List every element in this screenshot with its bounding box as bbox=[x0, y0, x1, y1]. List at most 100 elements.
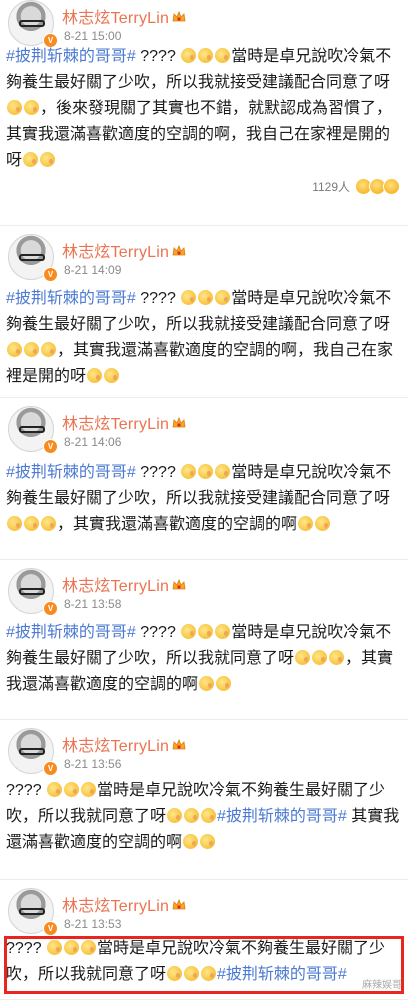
blush-emoji-icon bbox=[184, 966, 200, 981]
crown-icon bbox=[172, 244, 186, 256]
blush-emoji-icon bbox=[215, 290, 231, 305]
username-text[interactable]: 林志炫TerryLin bbox=[62, 244, 169, 261]
timestamp: 8-21 15:00 bbox=[64, 29, 122, 43]
post-card[interactable]: V 林志炫TerryLin 8-21 14:09 #披荆斩棘的哥哥# ???? 當時是… bbox=[0, 226, 408, 398]
post-header: V 林志炫TerryLin 8-21 13:53 bbox=[4, 888, 404, 936]
avatar-glasses bbox=[19, 588, 45, 595]
hashtag-link[interactable]: #披荆斩棘的哥哥# bbox=[6, 624, 136, 641]
blush-emoji-icon bbox=[7, 100, 22, 115]
post-text: #披荆斩棘的哥哥# ???? 當時是卓兄說吹冷氣不夠養生最好關了少吹，所以我就同… bbox=[6, 620, 404, 698]
post-header: V 林志炫TerryLin 8-21 13:58 bbox=[4, 568, 404, 616]
hashtag-link[interactable]: #披荆斩棘的哥哥# bbox=[6, 464, 136, 481]
avatar-glasses bbox=[19, 20, 45, 27]
timestamp: 8-21 13:56 bbox=[64, 757, 122, 771]
blush-emoji-icon bbox=[87, 368, 103, 383]
blush-emoji-icon bbox=[198, 290, 214, 305]
text-segment: ，後來發現關了其實也不錯，就默認成為習慣了，其實我還滿喜歡適度的空調的啊，我自己… bbox=[6, 100, 393, 169]
post-card[interactable]: V 林志炫TerryLin 8-21 14:06 #披荆斩棘的哥哥# ???? 當時是… bbox=[0, 398, 408, 560]
timestamp: 8-21 14:09 bbox=[64, 263, 122, 277]
avatar-glasses bbox=[19, 254, 45, 261]
avatar[interactable]: V bbox=[8, 568, 58, 616]
crown-icon bbox=[172, 578, 186, 590]
blush-emoji-icon bbox=[81, 940, 97, 955]
blush-emoji-icon bbox=[215, 464, 231, 479]
text-segment: ???? bbox=[6, 940, 47, 957]
blush-emoji-icon bbox=[64, 782, 80, 797]
text-segment: ，其實我還滿喜歡適度的空調的啊 bbox=[57, 516, 298, 533]
hashtag-link[interactable]: #披荆斩棘的哥哥# bbox=[6, 48, 136, 65]
blush-emoji-icon bbox=[183, 834, 199, 849]
blush-emoji-icon bbox=[64, 940, 80, 955]
avatar[interactable]: V bbox=[8, 888, 58, 936]
blush-emoji-icon bbox=[181, 48, 197, 63]
verified-badge-icon: V bbox=[43, 439, 58, 454]
blush-emoji-icon bbox=[312, 650, 328, 665]
username[interactable]: 林志炫TerryLin bbox=[62, 238, 186, 262]
blush-emoji-icon bbox=[329, 650, 345, 665]
post-text: ???? 當時是卓兄說吹冷氣不夠養生最好關了少吹，所以我就同意了呀 #披荆斩棘的哥… bbox=[6, 936, 404, 988]
verified-badge-icon: V bbox=[43, 601, 58, 616]
reaction-icons bbox=[354, 178, 400, 195]
blush-emoji-icon bbox=[216, 676, 232, 691]
hashtag-link[interactable]: #披荆斩棘的哥哥# bbox=[217, 808, 347, 825]
verified-badge-icon: V bbox=[43, 267, 58, 282]
blush-emoji-icon bbox=[201, 966, 217, 981]
username-text[interactable]: 林志炫TerryLin bbox=[62, 578, 169, 595]
post-card[interactable]: V 林志炫TerryLin 8-21 13:56 ???? 當時是卓兄說吹冷氣不夠養生… bbox=[0, 720, 408, 880]
avatar[interactable]: V bbox=[8, 406, 58, 454]
text-segment: ???? bbox=[135, 290, 181, 307]
username-text[interactable]: 林志炫TerryLin bbox=[62, 10, 169, 27]
post-header: V 林志炫TerryLin 8-21 15:00 bbox=[4, 0, 404, 48]
blush-emoji-icon bbox=[199, 676, 215, 691]
blush-emoji-icon bbox=[181, 290, 197, 305]
blush-emoji-icon bbox=[181, 464, 197, 479]
username[interactable]: 林志炫TerryLin bbox=[62, 732, 186, 756]
username[interactable]: 林志炫TerryLin bbox=[62, 572, 186, 596]
reaction-emoji-icon bbox=[383, 178, 400, 195]
avatar[interactable]: V bbox=[8, 728, 58, 776]
verified-badge-icon: V bbox=[43, 921, 58, 936]
blush-emoji-icon bbox=[40, 152, 56, 167]
avatar-glasses bbox=[19, 426, 45, 433]
post-card[interactable]: V 林志炫TerryLin 8-21 15:00 #披荆斩棘的哥哥# ???? 當時是… bbox=[0, 0, 408, 226]
text-segment: ???? bbox=[135, 624, 181, 641]
blush-emoji-icon bbox=[181, 624, 197, 639]
text-segment: ???? bbox=[135, 464, 181, 481]
blush-emoji-icon bbox=[201, 808, 217, 823]
username-text[interactable]: 林志炫TerryLin bbox=[62, 738, 169, 755]
blush-emoji-icon bbox=[24, 516, 39, 531]
post-header: V 林志炫TerryLin 8-21 14:09 bbox=[4, 234, 404, 282]
post-text: ???? 當時是卓兄說吹冷氣不夠養生最好關了少吹，所以我就同意了呀 #披荆斩棘的哥… bbox=[6, 778, 404, 856]
timestamp: 8-21 13:53 bbox=[64, 917, 122, 931]
blush-emoji-icon bbox=[7, 516, 22, 531]
crown-icon bbox=[172, 416, 186, 428]
avatar[interactable]: V bbox=[8, 0, 58, 48]
hashtag-link[interactable]: #披荆斩棘的哥哥# bbox=[6, 290, 136, 307]
avatar-glasses bbox=[19, 748, 45, 755]
text-segment: ，其實我還滿喜歡適度的空調的啊，我自己在家裡是開的呀 bbox=[6, 342, 394, 385]
post-text: #披荆斩棘的哥哥# ???? 當時是卓兄說吹冷氣不夠養生最好關了少吹，所以我就接… bbox=[6, 460, 404, 538]
blush-emoji-icon bbox=[41, 516, 56, 531]
likes-row[interactable]: 1129人 bbox=[312, 178, 400, 195]
blush-emoji-icon bbox=[215, 48, 231, 63]
blush-emoji-icon bbox=[24, 342, 39, 357]
blush-emoji-icon bbox=[47, 782, 63, 797]
blush-emoji-icon bbox=[298, 516, 314, 531]
hashtag-link[interactable]: #披荆斩棘的哥哥# bbox=[217, 966, 347, 983]
post-card[interactable]: V 林志炫TerryLin 8-21 13:53 ???? 當時是卓兄說吹冷氣不夠養生… bbox=[0, 880, 408, 1000]
blush-emoji-icon bbox=[41, 342, 56, 357]
username[interactable]: 林志炫TerryLin bbox=[62, 4, 186, 28]
crown-icon bbox=[172, 898, 186, 910]
blush-emoji-icon bbox=[167, 966, 183, 981]
username[interactable]: 林志炫TerryLin bbox=[62, 892, 186, 916]
post-header: V 林志炫TerryLin 8-21 14:06 bbox=[4, 406, 404, 454]
post-card[interactable]: V 林志炫TerryLin 8-21 13:58 #披荆斩棘的哥哥# ???? 當時是… bbox=[0, 560, 408, 720]
username[interactable]: 林志炫TerryLin bbox=[62, 410, 186, 434]
avatar[interactable]: V bbox=[8, 234, 58, 282]
username-text[interactable]: 林志炫TerryLin bbox=[62, 416, 169, 433]
username-text[interactable]: 林志炫TerryLin bbox=[62, 898, 169, 915]
blush-emoji-icon bbox=[200, 834, 216, 849]
blush-emoji-icon bbox=[295, 650, 311, 665]
blush-emoji-icon bbox=[215, 624, 231, 639]
blush-emoji-icon bbox=[104, 368, 120, 383]
